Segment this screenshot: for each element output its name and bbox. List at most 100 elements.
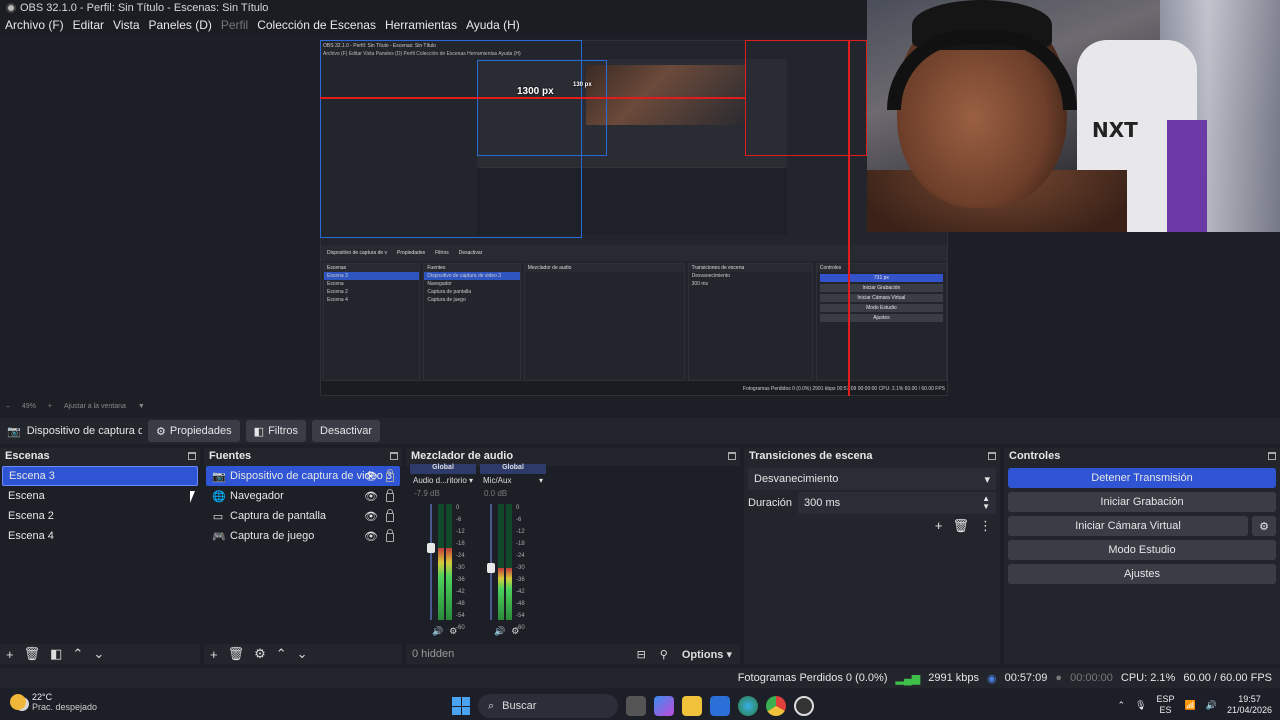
speaker-icon[interactable]: 🔊: [432, 626, 443, 637]
menu-vista[interactable]: Vista: [113, 18, 139, 32]
settings-icon[interactable]: ⚙: [511, 626, 519, 637]
lock-icon[interactable]: [386, 509, 394, 522]
transition-value: Desvanecimiento: [754, 473, 839, 485]
options-button[interactable]: Options ▾: [682, 648, 732, 661]
sources-list: 📷 Dispositivo de captura de video 3 👁 🌐 …: [204, 466, 402, 644]
obs-icon[interactable]: [794, 696, 814, 716]
chevron-down-icon[interactable]: ▾: [469, 476, 473, 485]
link-icon[interactable]: ⚲: [660, 648, 668, 661]
lock-icon[interactable]: [386, 489, 394, 502]
duration-field[interactable]: 300 ms ▲ ▼: [798, 492, 996, 514]
lock-icon[interactable]: [386, 529, 394, 542]
studio-mode-button[interactable]: Modo Estudio: [1008, 540, 1276, 560]
nested-scene-item: Escena 2: [327, 289, 348, 295]
settings-button[interactable]: Ajustes: [1008, 564, 1276, 584]
menu-paneles[interactable]: Paneles (D): [149, 18, 212, 32]
menu-perfil[interactable]: Perfil: [221, 18, 248, 32]
eye-icon[interactable]: 👁: [364, 490, 378, 503]
clock[interactable]: 19:57 21/04/2026: [1227, 694, 1272, 716]
undock-icon[interactable]: [188, 452, 196, 460]
volume-slider[interactable]: [430, 504, 432, 620]
scene-item[interactable]: Escena 4: [2, 526, 198, 546]
language-indicator[interactable]: ESP ES: [1157, 694, 1175, 716]
add-icon[interactable]: +: [210, 647, 218, 662]
trash-icon[interactable]: 🗑: [24, 646, 41, 662]
speaker-icon[interactable]: 🔊: [494, 626, 505, 637]
menu-ayuda[interactable]: Ayuda (H): [466, 18, 520, 32]
copilot-icon[interactable]: [654, 696, 674, 716]
chrome-icon[interactable]: [766, 696, 786, 716]
virtualcam-settings-button[interactable]: ⚙: [1252, 516, 1276, 536]
start-recording-button[interactable]: Iniciar Grabación: [1008, 492, 1276, 512]
menu-archivo[interactable]: Archivo (F): [5, 18, 64, 32]
properties-button[interactable]: ⚙ Propiedades: [148, 420, 240, 442]
scene-item[interactable]: Escena: [2, 486, 198, 506]
chevron-down-icon[interactable]: ▾: [539, 476, 543, 485]
undock-icon[interactable]: [728, 452, 736, 460]
channel-name-row[interactable]: Mic/Aux ▾: [480, 474, 546, 487]
menu-editar[interactable]: Editar: [73, 18, 104, 32]
more-icon[interactable]: ⋮: [979, 518, 992, 534]
db-tick-label: -48: [456, 601, 465, 607]
windows-start-icon[interactable]: [452, 697, 470, 715]
settings-icon[interactable]: ⚙: [449, 626, 457, 637]
undock-icon[interactable]: [390, 452, 398, 460]
eye-icon[interactable]: 👁: [364, 530, 378, 543]
start-virtualcam-button[interactable]: Iniciar Cámara Virtual: [1008, 516, 1248, 536]
filters-button[interactable]: ◧ Filtros: [245, 420, 307, 442]
source-item[interactable]: 🌐 Navegador 👁: [206, 486, 400, 506]
edge-icon[interactable]: [738, 696, 758, 716]
source-item[interactable]: 🎮 Captura de juego 👁: [206, 526, 400, 546]
scene-item[interactable]: Escena 2: [2, 506, 198, 526]
channel-name-row[interactable]: Audio d...ritorio ▾: [410, 474, 476, 487]
nested-title: OBS 32.1.0 - Perfil: Sin Título - Escena…: [323, 43, 436, 49]
chevron-down-icon[interactable]: ▼: [138, 403, 145, 410]
volume-icon[interactable]: 🔊: [1206, 700, 1217, 711]
eye-icon[interactable]: 👁: [364, 510, 378, 523]
add-icon[interactable]: +: [935, 518, 943, 534]
chevron-up-icon[interactable]: ⌃: [72, 646, 83, 662]
nested-transitions-dock: Transiciones de escena Desvanecimiento 3…: [687, 263, 813, 381]
lock-icon[interactable]: [386, 469, 394, 482]
stepper-icon[interactable]: ▲ ▼: [982, 495, 990, 511]
chevron-up-icon[interactable]: ⌃: [1118, 700, 1126, 711]
stop-stream-button[interactable]: Detener Transmisión: [1008, 468, 1276, 488]
menu-herramientas[interactable]: Herramientas: [385, 18, 457, 32]
chevron-up-icon[interactable]: ⌃: [276, 646, 287, 662]
camera-icon: 📷: [7, 425, 21, 438]
volume-knob[interactable]: [487, 562, 495, 573]
db-tick-label: 0: [456, 505, 460, 511]
monitor-icon: ▭: [212, 510, 224, 523]
menu-coleccion-escenas[interactable]: Colección de Escenas: [257, 18, 376, 32]
taskview-icon[interactable]: [626, 696, 646, 716]
chevron-down-icon[interactable]: ⌄: [297, 646, 308, 662]
weather-widget[interactable]: 22°C Prac. despejado: [10, 692, 97, 712]
chevron-down-icon[interactable]: ⌄: [93, 646, 104, 662]
undock-icon[interactable]: [1268, 452, 1276, 460]
volume-knob[interactable]: [427, 543, 435, 554]
add-icon[interactable]: +: [6, 647, 14, 662]
nested-source-item: Navegador: [427, 281, 452, 287]
source-item[interactable]: ▭ Captura de pantalla 👁: [206, 506, 400, 526]
source-item[interactable]: 📷 Dispositivo de captura de video 3 👁: [206, 466, 400, 486]
file-explorer-icon[interactable]: [682, 696, 702, 716]
transition-select[interactable]: Desvanecimiento ▾: [748, 468, 996, 490]
deactivate-button[interactable]: Desactivar: [312, 420, 380, 442]
network-icon[interactable]: 📶: [1185, 700, 1196, 711]
zoom-out-icon[interactable]: –: [6, 403, 10, 410]
gear-icon[interactable]: ⚙: [254, 646, 266, 662]
undock-icon[interactable]: [988, 452, 996, 460]
webcam-source[interactable]: NXT: [867, 0, 1280, 232]
fit-to-window[interactable]: Ajustar a la ventana: [64, 403, 126, 410]
taskbar-search[interactable]: ⌕ Buscar: [478, 694, 618, 718]
db-tick-label: -18: [516, 541, 525, 547]
microphone-icon[interactable]: 🎙: [1135, 700, 1146, 711]
store-icon[interactable]: [710, 696, 730, 716]
layout-icon[interactable]: ⊟: [637, 648, 646, 661]
trash-icon[interactable]: 🗑: [952, 518, 969, 534]
trash-icon[interactable]: 🗑: [228, 646, 245, 662]
filter-icon[interactable]: ◧: [50, 646, 62, 662]
eye-icon[interactable]: 👁: [364, 470, 378, 483]
scene-item[interactable]: Escena 3: [2, 466, 198, 486]
zoom-in-icon[interactable]: +: [48, 403, 52, 410]
